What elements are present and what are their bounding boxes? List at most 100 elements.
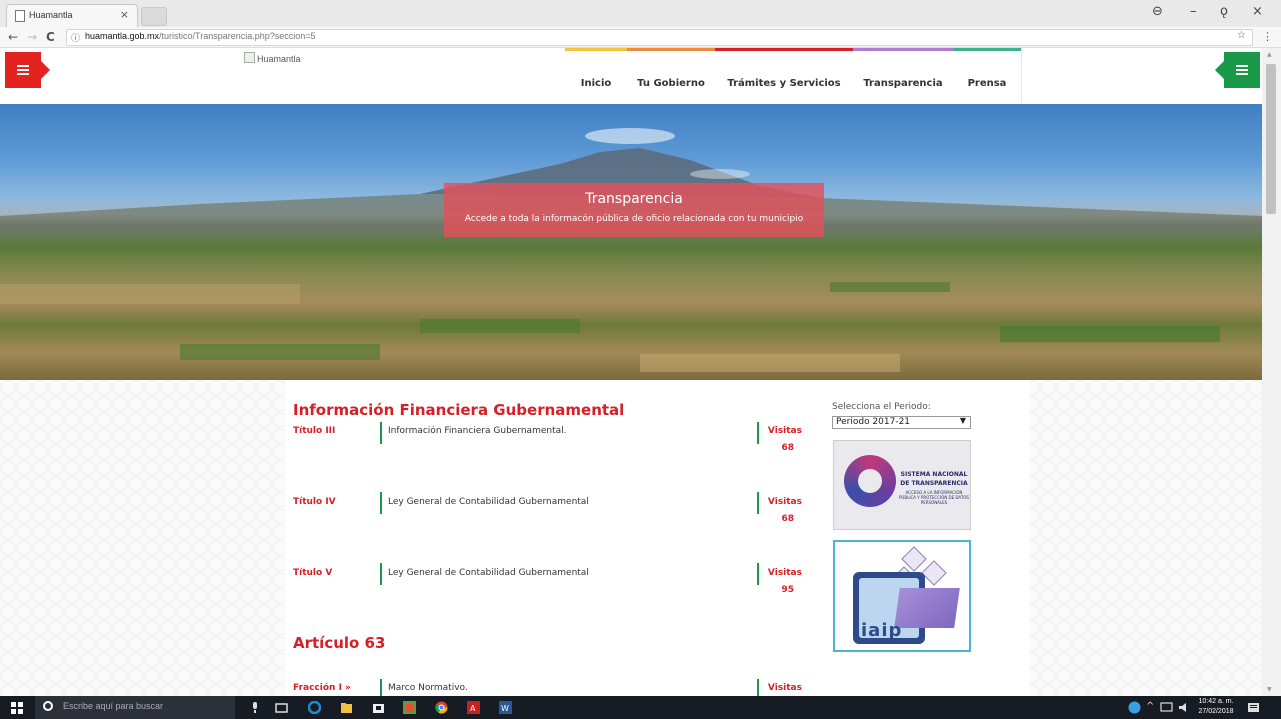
cube-icon [921, 560, 947, 586]
left-menu-button[interactable] [5, 52, 50, 88]
row-description[interactable]: Ley General de Contabilidad Gubernamenta… [388, 497, 589, 507]
word-icon[interactable]: W [499, 701, 512, 714]
url-path: /turistico/Transparencia.php?seccion=5 [159, 31, 316, 41]
scroll-thumb[interactable] [1266, 64, 1276, 214]
tab-title: Huamantla [29, 10, 73, 20]
iaip-banner[interactable]: iaip Tlaxcala [833, 540, 971, 652]
row-divider [380, 422, 382, 444]
iaip-logo-text: iaip [861, 620, 903, 641]
clock-date: 27/02/2018 [1198, 708, 1234, 715]
snt-title-line2: DE TRANSPARENCIA [900, 480, 968, 487]
hero-landscape [0, 128, 1262, 372]
nav-tu-gobierno[interactable]: Tu Gobierno [627, 48, 715, 103]
row-description[interactable]: Información Financiera Gubernamental. [388, 426, 567, 436]
account-icon[interactable]: ⊖ [1152, 4, 1163, 19]
broken-image-icon [244, 52, 255, 63]
volume-icon[interactable] [1178, 701, 1191, 714]
logo-alt-text: Huamantla [257, 54, 301, 64]
clock-time: 10:42 a. m. [1198, 698, 1234, 705]
url-host: huamantla.gob.mx [85, 31, 160, 41]
visits-label: Visitas [767, 426, 802, 436]
nav-transparencia[interactable]: Transparencia [853, 48, 953, 103]
section-title: Información Financiera Gubernamental [293, 401, 625, 419]
row-label[interactable]: Fracción I » [293, 683, 351, 693]
windows-taskbar: Escribe aquí para buscar A W ^ 10:42 a. … [0, 696, 1281, 719]
edge-icon[interactable] [308, 701, 321, 714]
hero-title: Transparencia [585, 191, 683, 207]
page-scrollbar[interactable]: ▲ ▼ [1262, 48, 1281, 696]
taskbar-search-placeholder: Escribe aquí para buscar [63, 701, 164, 711]
snt-logo-icon [844, 455, 896, 507]
hamburger-icon [1236, 65, 1248, 75]
visits-count: 68 [781, 443, 794, 453]
row-description[interactable]: Ley General de Contabilidad Gubernamenta… [388, 568, 589, 578]
folder-icon [894, 588, 960, 628]
notifications-icon[interactable] [1247, 701, 1260, 714]
row-divider [757, 563, 759, 585]
system-clock[interactable]: 10:42 a. m. 27/02/2018 [1196, 697, 1236, 717]
windows-start-icon[interactable] [11, 702, 23, 714]
network-status-icon[interactable] [1128, 701, 1141, 714]
row-divider [757, 679, 759, 696]
restore-button[interactable]: ǫ [1220, 4, 1228, 19]
scroll-up-icon[interactable]: ▲ [1267, 51, 1272, 58]
store-icon[interactable] [372, 701, 385, 714]
task-view-icon[interactable] [275, 701, 288, 714]
nav-divider [1021, 48, 1022, 103]
bookmark-star-icon[interactable]: ☆ [1237, 30, 1246, 41]
file-explorer-icon[interactable] [340, 701, 353, 714]
row-divider [757, 492, 759, 514]
visits-count: 68 [781, 514, 794, 524]
scroll-down-icon[interactable]: ▼ [1267, 686, 1272, 693]
period-select-value: Periodo 2017-21 [836, 417, 911, 427]
address-bar[interactable]: ⓘ huamantla.gob.mx/turistico/Transparenc… [66, 29, 1253, 46]
tab-close-icon[interactable]: × [120, 8, 129, 21]
row-label[interactable]: Título IV [293, 497, 336, 507]
close-window-button[interactable]: × [1252, 4, 1263, 19]
app-icon[interactable] [403, 701, 416, 714]
browser-tab[interactable]: Huamantla × [6, 4, 138, 27]
snt-subtitle: ACCESO A LA INFORMACIÓN PÚBLICA Y PROTEC… [899, 490, 969, 505]
browser-tab-bar: Huamantla × ⊖ – ǫ × [0, 0, 1281, 27]
microphone-icon[interactable] [248, 701, 261, 714]
row-divider [380, 679, 382, 696]
back-button[interactable]: ← [8, 30, 18, 44]
svg-text:W: W [501, 704, 509, 713]
dropdown-arrow-icon: ▼ [959, 416, 966, 425]
chevron-up-icon[interactable]: ^ [1146, 701, 1154, 712]
visits-count: 95 [781, 585, 794, 595]
right-menu-button[interactable] [1215, 52, 1260, 88]
nav-inicio[interactable]: Inicio [565, 48, 627, 103]
row-description[interactable]: Marco Normativo. [388, 683, 468, 693]
nav-tramites-servicios[interactable]: Trámites y Servicios [715, 48, 853, 103]
chrome-icon[interactable] [435, 701, 448, 714]
hero-title-box: Transparencia Accede a toda la informacó… [444, 183, 824, 237]
pdf-icon[interactable]: A [467, 701, 480, 714]
reload-button[interactable]: C [46, 30, 55, 44]
row-label[interactable]: Título V [293, 568, 332, 578]
period-select[interactable]: Periodo 2017-21 ▼ [832, 416, 971, 429]
row-label[interactable]: Título III [293, 426, 335, 436]
site-logo[interactable]: Huamantla [244, 52, 301, 64]
hamburger-icon [17, 65, 29, 75]
row-divider [380, 492, 382, 514]
section-title: Artículo 63 [293, 634, 386, 652]
snt-title-line1: SISTEMA NACIONAL [900, 471, 968, 478]
taskbar-search[interactable]: Escribe aquí para buscar [35, 696, 235, 719]
snt-banner[interactable]: SISTEMA NACIONAL DE TRANSPARENCIA ACCESO… [833, 440, 971, 530]
nav-prensa[interactable]: Prensa [953, 48, 1021, 103]
url-text: huamantla.gob.mx/turistico/Transparencia… [85, 31, 316, 41]
row-divider [380, 563, 382, 585]
browser-menu-icon[interactable]: ⋮ [1262, 30, 1273, 43]
forward-button[interactable]: → [27, 30, 37, 44]
monitor-icon[interactable] [1160, 701, 1173, 714]
hero-subtitle: Accede a toda la informacón pública de o… [464, 214, 804, 224]
page-icon [15, 10, 25, 22]
browser-toolbar: ← → C ⓘ huamantla.gob.mx/turistico/Trans… [0, 27, 1281, 48]
period-label: Selecciona el Periodo: [832, 402, 931, 412]
visits-label: Visitas [767, 497, 802, 507]
info-icon[interactable]: ⓘ [71, 31, 80, 44]
new-tab-button[interactable] [141, 7, 167, 26]
hero-banner [0, 104, 1262, 380]
minimize-button[interactable]: – [1190, 4, 1197, 19]
